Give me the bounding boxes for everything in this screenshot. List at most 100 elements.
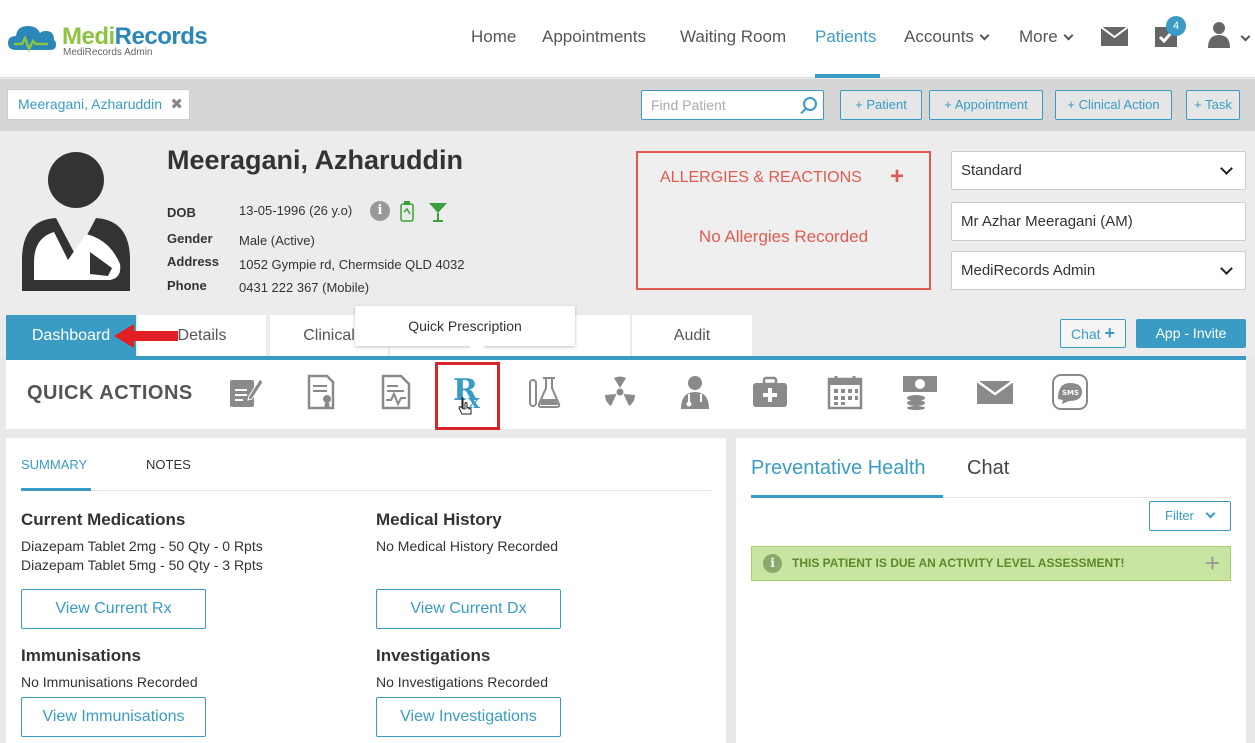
logo-text-records: Records (114, 23, 208, 50)
nav-accounts-label: Accounts (904, 27, 974, 46)
patient-avatar (22, 152, 130, 291)
view-investigations-button[interactable]: View Investigations (376, 697, 561, 737)
immunisations-title: Immunisations (21, 646, 141, 665)
tab-preventative-health[interactable]: Preventative Health (751, 457, 926, 480)
chevron-down-icon (1220, 162, 1233, 175)
cloud-logo-icon (8, 26, 56, 53)
nav-patients[interactable]: Patients (815, 27, 876, 47)
medirecords-logo[interactable]: MediRecords MediRecords Admin (6, 20, 216, 62)
investigations-empty: No Investigations Recorded (376, 674, 548, 690)
tab-notes[interactable]: NOTES (146, 457, 191, 472)
tab-summary[interactable]: SUMMARY (21, 457, 87, 472)
preventative-health-panel (736, 438, 1246, 743)
tab-chat[interactable]: Chat (967, 457, 1009, 480)
allergies-panel: ALLERGIES & REACTIONS + No Allergies Rec… (636, 151, 931, 290)
alert-text: THIS PATIENT IS DUE AN ACTIVITY LEVEL AS… (792, 556, 1125, 570)
add-allergy-icon[interactable]: + (890, 163, 904, 191)
add-clinical-action-button[interactable]: + Clinical Action (1055, 90, 1172, 120)
app-invite-button[interactable]: App - Invite (1136, 319, 1246, 348)
practitioner-value: Mr Azhar Meeragani (AM) (961, 213, 1133, 230)
chevron-down-icon[interactable] (1240, 31, 1251, 42)
quick-actions-title: QUICK ACTIONS (27, 382, 193, 404)
nav-home[interactable]: Home (471, 27, 516, 47)
investigations-title: Investigations (376, 646, 491, 665)
dob-value: 13-05-1996 (26 y.o) (239, 203, 353, 218)
quick-prescription-tooltip: Quick Prescription (355, 306, 575, 354)
nav-more[interactable]: More (1019, 27, 1074, 47)
medical-history-title: Medical History (376, 510, 502, 529)
logo-subtitle: MediRecords Admin (63, 47, 153, 58)
health-tab-indicator (751, 495, 943, 498)
clinical-note-icon[interactable] (227, 374, 263, 410)
allergies-empty-text: No Allergies Recorded (698, 227, 869, 246)
chat-button-label: Chat (1071, 326, 1101, 342)
add-appointment-button[interactable]: + Appointment (929, 90, 1043, 120)
close-icon[interactable]: ✖ (170, 90, 183, 119)
logo-text-medi: Medi (62, 23, 115, 50)
practitioner-field[interactable]: Mr Azhar Meeragani (AM) (951, 202, 1246, 241)
find-patient-placeholder: Find Patient (651, 97, 726, 113)
open-patient-tab-label: Meeragani, Azharuddin (18, 96, 162, 112)
filter-button-label: Filter (1165, 508, 1194, 523)
filter-button[interactable]: Filter (1149, 501, 1231, 531)
medical-kit-icon[interactable] (752, 374, 788, 410)
expand-plus-icon[interactable]: + (1205, 548, 1220, 579)
radiology-icon[interactable] (602, 374, 638, 410)
phone-value: 0431 222 367 (Mobile) (239, 280, 370, 295)
phone-label: Phone (167, 278, 207, 293)
chevron-down-icon (1063, 30, 1074, 41)
billing-icon[interactable] (902, 374, 938, 410)
plus-icon: + (1104, 323, 1115, 343)
user-account-icon[interactable] (1207, 21, 1231, 48)
chat-button[interactable]: Chat + (1060, 319, 1126, 348)
search-icon[interactable] (803, 97, 817, 111)
patient-name: Meeragani, Azharuddin (167, 145, 464, 175)
nav-active-indicator (815, 74, 880, 78)
medical-history-empty: No Medical History Recorded (376, 538, 559, 554)
allergies-title: ALLERGIES & REACTIONS (660, 169, 862, 186)
alcohol-icon[interactable] (428, 201, 448, 222)
medication-item: Diazepam Tablet 5mg - 50 Qty - 3 Rpts (21, 557, 263, 573)
organisation-value: MediRecords Admin (961, 262, 1096, 279)
current-medications-title: Current Medications (21, 510, 186, 529)
letter-referral-icon[interactable] (378, 374, 414, 410)
mail-icon[interactable] (1101, 27, 1128, 46)
certificate-icon[interactable] (303, 374, 339, 410)
chevron-down-icon (979, 30, 990, 41)
organisation-select[interactable]: MediRecords Admin (951, 251, 1246, 290)
svg-text:SMS: SMS (1062, 389, 1079, 397)
smoking-status-icon[interactable] (399, 200, 415, 222)
nav-accounts[interactable]: Accounts (904, 27, 990, 47)
message-icon[interactable] (977, 374, 1013, 410)
nav-appointments[interactable]: Appointments (542, 27, 646, 47)
tasks-badge: 4 (1166, 16, 1186, 36)
summary-tabs-divider (21, 490, 711, 491)
address-value: 1052 Gympie rd, Chermside QLD 4032 (239, 257, 465, 272)
gender-value: Male (Active) (239, 233, 315, 248)
view-current-dx-button[interactable]: View Current Dx (376, 589, 561, 629)
address-label: Address (167, 254, 220, 269)
nav-waiting-room[interactable]: Waiting Room (680, 27, 786, 47)
appointment-type-value: Standard (961, 162, 1022, 179)
info-icon: i (763, 554, 782, 573)
sms-icon[interactable]: SMS (1052, 374, 1088, 410)
open-patient-tab[interactable]: Meeragani, Azharuddin ✖ (7, 89, 190, 120)
calendar-icon[interactable] (827, 374, 863, 410)
summary-tab-indicator (21, 488, 91, 491)
tab-audit[interactable]: Audit (632, 315, 752, 356)
find-patient-input[interactable]: Find Patient (641, 90, 824, 120)
appointment-type-select[interactable]: Standard (951, 151, 1246, 190)
add-task-button[interactable]: + Task (1186, 90, 1240, 120)
info-icon[interactable]: i (370, 201, 390, 221)
add-patient-button[interactable]: + Patient (840, 90, 922, 120)
patient-toolbar: Meeragani, Azharuddin ✖ Find Patient + P… (0, 79, 1255, 131)
view-immunisations-button[interactable]: View Immunisations (21, 697, 206, 737)
pathology-icon[interactable] (527, 374, 563, 410)
chevron-down-icon (1220, 262, 1233, 275)
top-navbar: MediRecords MediRecords Admin Home Appoi… (0, 0, 1255, 78)
rx-highlight-box (435, 362, 500, 430)
dob-label: DOB (167, 205, 196, 220)
immunisations-empty: No Immunisations Recorded (21, 674, 198, 690)
view-current-rx-button[interactable]: View Current Rx (21, 589, 206, 629)
doctor-referral-icon[interactable] (677, 374, 713, 410)
